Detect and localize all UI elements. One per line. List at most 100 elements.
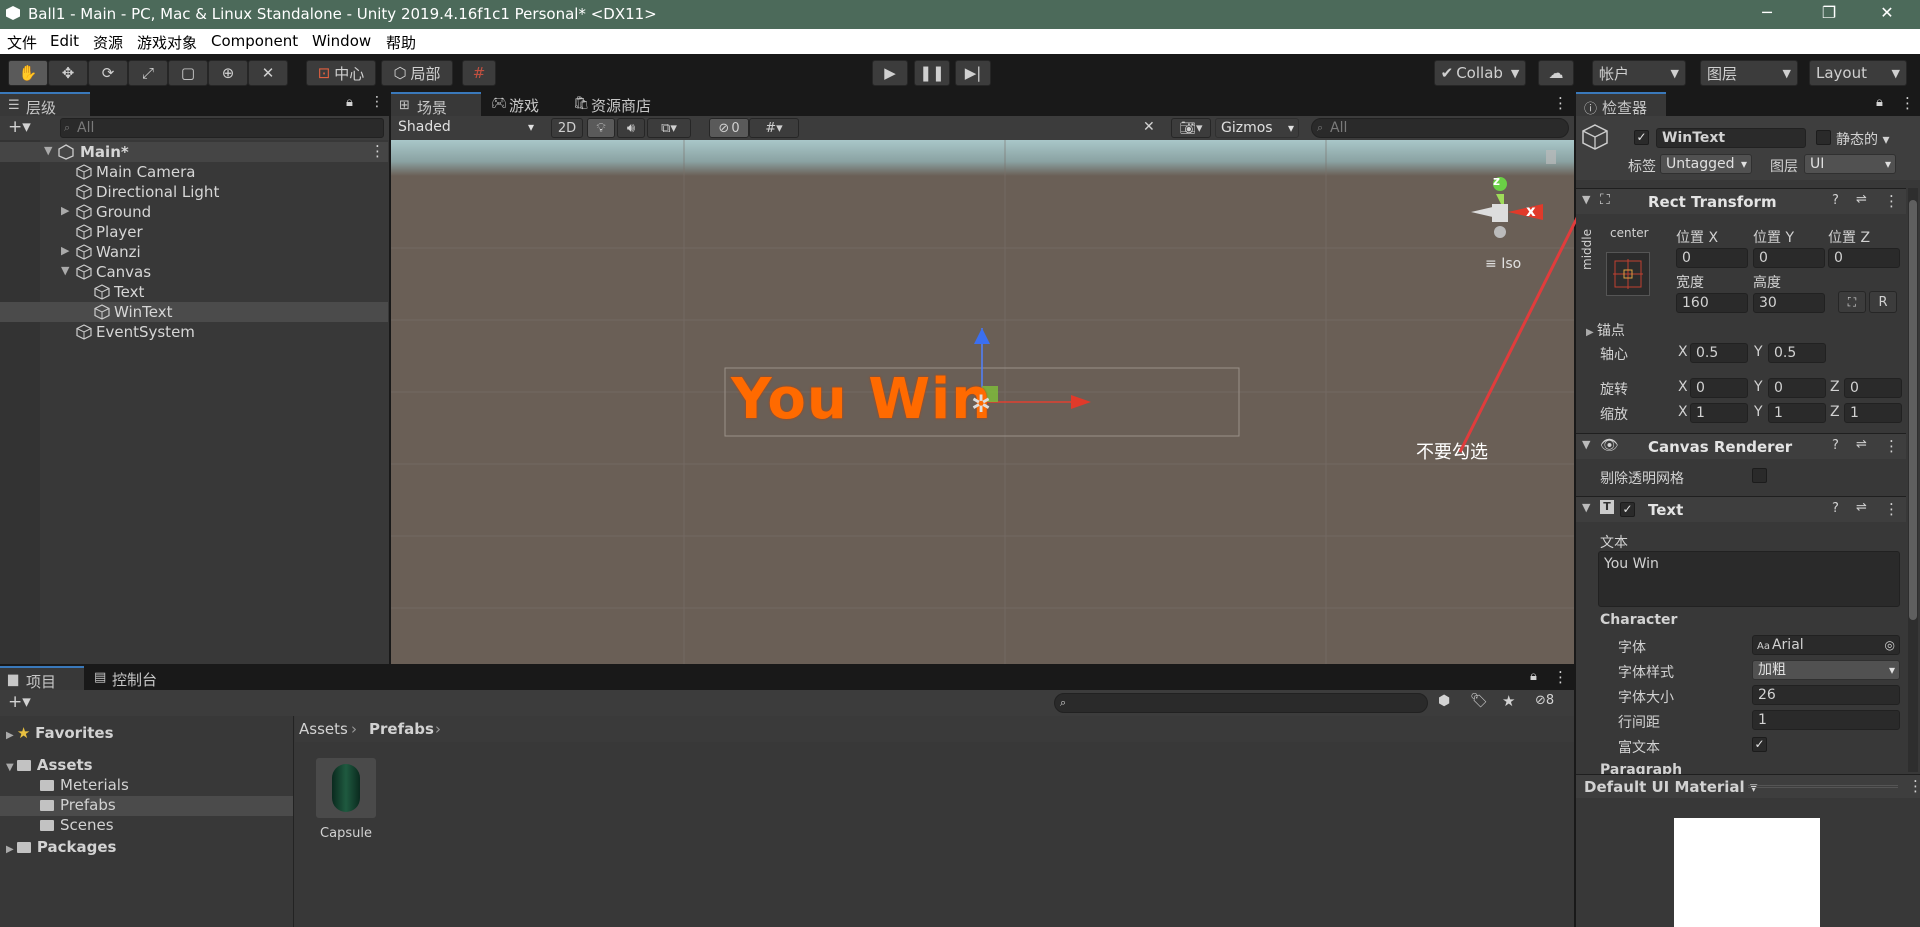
hierarchy-item[interactable]: Text: [0, 282, 388, 302]
hierarchy-item[interactable]: Player: [0, 222, 388, 242]
static-dropdown[interactable]: 静态的 ▾: [1836, 129, 1889, 149]
tree-folder-selected[interactable]: Prefabs: [0, 796, 293, 816]
anchors-foldout[interactable]: ▶ 锚点: [1586, 320, 1625, 340]
custom-tool-button[interactable]: ✕: [248, 60, 288, 86]
tab-inspector[interactable]: ⓘ 检查器: [1576, 92, 1666, 117]
tree-folder[interactable]: Meterials: [40, 776, 129, 794]
tab-game[interactable]: 🎮︎ 游戏: [483, 92, 563, 116]
transform-tool-button[interactable]: ⊕: [208, 60, 248, 86]
pivot-y-input[interactable]: 0.5: [1768, 343, 1826, 363]
lock-icon[interactable]: 🔒︎: [1876, 95, 1883, 110]
menu-gameobject[interactable]: 游戏对象: [137, 32, 197, 53]
scale-x-input[interactable]: 1: [1690, 403, 1748, 423]
tab-hierarchy[interactable]: ☰ 层级: [0, 92, 90, 117]
text-component-header[interactable]: ▼ T ✓ Text ? ⇌ ⋮: [1576, 496, 1906, 522]
filter-label-icon[interactable]: 🏷︎: [1470, 693, 1488, 709]
pivot-handle-icon[interactable]: ✲: [971, 390, 991, 418]
scene-menu-icon[interactable]: ⋮: [370, 142, 385, 160]
restore-button[interactable]: ❐: [1814, 3, 1844, 22]
scale-y-input[interactable]: 1: [1768, 403, 1826, 423]
step-button[interactable]: ▶|: [955, 60, 991, 86]
hierarchy-search-input[interactable]: ⌕ All: [60, 118, 384, 138]
local-toggle[interactable]: ⬡ 局部: [381, 60, 453, 86]
text-content-textarea[interactable]: You Win: [1598, 551, 1900, 607]
tree-folder[interactable]: Scenes: [40, 816, 114, 834]
tag-dropdown[interactable]: Untagged: [1660, 154, 1752, 174]
layers-dropdown[interactable]: 图层 ▼: [1700, 60, 1798, 86]
grid-toggle[interactable]: #▾: [749, 118, 799, 138]
menu-window[interactable]: Window: [312, 32, 371, 50]
draw-mode-dropdown[interactable]: Shaded: [393, 118, 538, 138]
lock-icon[interactable]: 🔒︎: [1530, 669, 1537, 684]
static-checkbox[interactable]: [1816, 130, 1831, 145]
pos-y-input[interactable]: 0: [1753, 248, 1825, 268]
panel-menu-icon[interactable]: ⋮: [1553, 94, 1568, 112]
menu-file[interactable]: 文件: [7, 32, 37, 53]
favorite-star-icon[interactable]: ★: [1502, 692, 1515, 710]
tools-icon[interactable]: ✕: [1143, 119, 1155, 135]
menu-assets[interactable]: 资源: [93, 32, 123, 53]
asset-tile[interactable]: [316, 758, 376, 818]
iso-toggle[interactable]: ≡ Iso: [1485, 256, 1521, 272]
help-icon[interactable]: ?: [1832, 438, 1839, 453]
component-menu-icon[interactable]: ⋮: [1884, 192, 1899, 210]
collab-button[interactable]: ✔ Collab ▼: [1434, 60, 1526, 86]
scene-search-input[interactable]: ⌕ All: [1311, 118, 1569, 138]
close-button[interactable]: ✕: [1872, 3, 1902, 22]
account-dropdown[interactable]: 帐户 ▼: [1592, 60, 1686, 86]
lock-icon[interactable]: 🔒︎: [346, 95, 353, 110]
active-checkbox[interactable]: ✓: [1634, 130, 1649, 145]
help-icon[interactable]: ?: [1832, 193, 1839, 208]
layout-dropdown[interactable]: Layout ▼: [1809, 60, 1907, 86]
pos-z-input[interactable]: 0: [1828, 248, 1900, 268]
canvas-renderer-header[interactable]: ▼ 👁︎ Canvas Renderer ? ⇌ ⋮: [1576, 433, 1906, 459]
font-style-dropdown[interactable]: 加粗: [1752, 660, 1900, 680]
font-object-field[interactable]: Aa Arial ◎: [1752, 635, 1900, 655]
hierarchy-item[interactable]: Main Camera: [0, 162, 388, 182]
scene-row[interactable]: ▼ Main* ⋮: [0, 142, 388, 162]
text-enabled-checkbox[interactable]: ✓: [1620, 502, 1635, 517]
lighting-toggle[interactable]: 💡︎: [587, 118, 615, 138]
resize-handle[interactable]: [1748, 785, 1898, 788]
presets-icon[interactable]: ⇌: [1856, 500, 1867, 515]
inspector-scrollbar[interactable]: [1908, 188, 1918, 772]
menu-help[interactable]: 帮助: [386, 32, 416, 53]
hierarchy-item[interactable]: ▼ Canvas: [0, 262, 388, 282]
expand-arrow-icon[interactable]: ▶: [61, 204, 69, 217]
scrollbar-thumb[interactable]: [1909, 200, 1917, 620]
rot-y-input[interactable]: 0: [1768, 378, 1826, 398]
scene-viewport[interactable]: You Win ✲ x z ≡ Iso 不要勾选: [391, 140, 1574, 664]
orientation-gizmo[interactable]: [1471, 160, 1574, 250]
object-picker-icon[interactable]: ◎: [1885, 636, 1895, 654]
pos-x-input[interactable]: 0: [1676, 248, 1748, 268]
hierarchy-item[interactable]: Directional Light: [0, 182, 388, 202]
raw-edit-button[interactable]: R: [1869, 291, 1897, 313]
expand-arrow-icon[interactable]: ▶: [61, 244, 69, 257]
line-spacing-input[interactable]: 1: [1752, 710, 1900, 730]
presets-icon[interactable]: ⇌: [1856, 192, 1867, 207]
tab-project[interactable]: ▆ 项目: [0, 666, 84, 691]
minimize-button[interactable]: ─: [1752, 3, 1782, 22]
layer-dropdown[interactable]: UI: [1804, 154, 1896, 174]
project-search-input[interactable]: ⌕: [1054, 693, 1428, 713]
rotate-tool-button[interactable]: ⟳: [88, 60, 128, 86]
hierarchy-item-selected[interactable]: WinText: [0, 302, 388, 322]
menu-edit[interactable]: Edit: [50, 32, 79, 50]
filter-type-icon[interactable]: ⬢: [1438, 693, 1450, 709]
height-input[interactable]: 30: [1753, 293, 1825, 313]
hierarchy-item[interactable]: EventSystem: [0, 322, 388, 342]
rect-transform-header[interactable]: ▼ ⛶ Rect Transform ? ⇌ ⋮: [1576, 188, 1906, 214]
tree-assets[interactable]: ▼ Assets: [6, 756, 93, 774]
help-icon[interactable]: ?: [1832, 501, 1839, 516]
anchor-presets-button[interactable]: [1606, 252, 1650, 296]
cull-transparent-checkbox[interactable]: [1752, 468, 1767, 483]
cloud-button[interactable]: ☁: [1538, 60, 1574, 86]
pause-button[interactable]: ❚❚: [914, 60, 950, 86]
expand-arrow-icon[interactable]: ▼: [44, 144, 52, 157]
play-button[interactable]: ▶: [872, 60, 908, 86]
rot-x-input[interactable]: 0: [1690, 378, 1748, 398]
rect-tool-button[interactable]: ▢: [168, 60, 208, 86]
component-menu-icon[interactable]: ⋮: [1884, 437, 1899, 455]
tab-console[interactable]: ▤ 控制台: [86, 666, 186, 690]
breadcrumb-prefabs[interactable]: Prefabs: [369, 720, 434, 738]
